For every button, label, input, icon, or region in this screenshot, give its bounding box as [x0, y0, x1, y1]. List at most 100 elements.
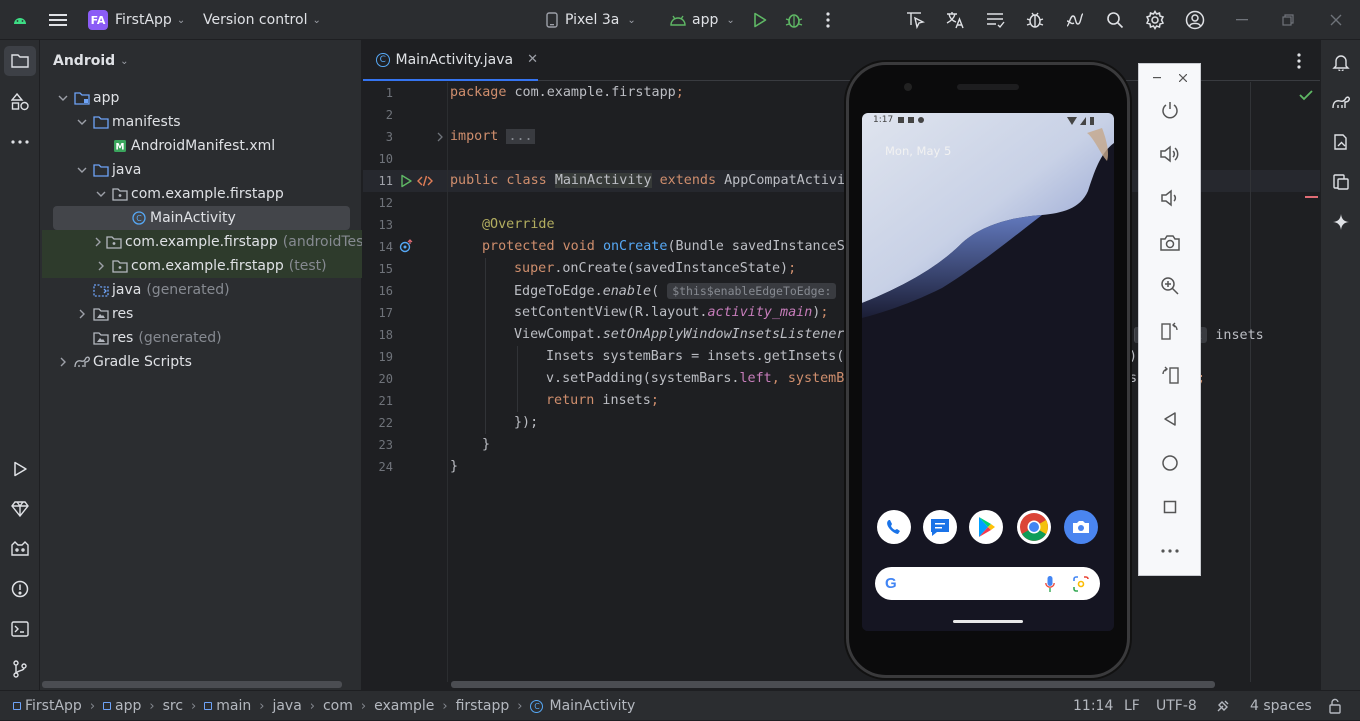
- expand-arrow-icon[interactable]: [75, 115, 89, 129]
- more-tool-windows-icon[interactable]: [8, 130, 32, 154]
- editor-horizontal-scrollbar[interactable]: [451, 681, 1215, 688]
- layout-inspector-icon[interactable]: [904, 9, 926, 31]
- tree-item[interactable]: res (generated): [42, 326, 362, 350]
- gem-icon[interactable]: [8, 497, 32, 521]
- more-actions-icon[interactable]: [818, 10, 838, 30]
- app-quality-insights-icon[interactable]: [8, 537, 32, 561]
- extended-controls-icon[interactable]: [1157, 538, 1183, 564]
- tree-item[interactable]: manifests: [42, 110, 362, 134]
- main-menu-icon[interactable]: [48, 10, 68, 30]
- close-window-icon[interactable]: [1326, 10, 1346, 30]
- tree-item[interactable]: Gradle Scripts: [42, 350, 362, 374]
- run-tool-icon[interactable]: [8, 457, 32, 481]
- indent-setting[interactable]: 4 spaces: [1250, 691, 1312, 721]
- breadcrumb-item[interactable]: com: [323, 698, 353, 714]
- line-separator[interactable]: LF: [1124, 691, 1140, 721]
- debug-icon[interactable]: [784, 10, 804, 30]
- run-gutter-icon[interactable]: [398, 173, 414, 189]
- tree-item[interactable]: com.example.firstapp: [42, 182, 362, 206]
- code-line-19-tail[interactable]: ): [1129, 346, 1137, 368]
- zoom-in-icon[interactable]: [1157, 273, 1183, 299]
- collapse-arrow-icon[interactable]: [56, 355, 70, 369]
- code-line-17[interactable]: setContentView(R.layout.activity_main);: [514, 302, 828, 324]
- collapse-arrow-icon[interactable]: [94, 259, 108, 273]
- close-tab-icon[interactable]: ✕: [527, 52, 538, 67]
- lens-icon[interactable]: [1073, 576, 1089, 592]
- power-button-icon[interactable]: [1157, 97, 1183, 123]
- breadcrumb-item[interactable]: firstapp: [456, 698, 510, 714]
- gradle-icon[interactable]: [1329, 90, 1353, 114]
- code-line-14[interactable]: protected void onCreate(Bundle savedInst…: [482, 236, 853, 258]
- code-line-11[interactable]: public class MainActivity extends AppCom…: [450, 170, 853, 192]
- overview-button-icon[interactable]: [1157, 494, 1183, 520]
- code-line-20[interactable]: v.setPadding(systemBars.left, systemBa: [546, 368, 852, 390]
- breadcrumb-item[interactable]: src: [163, 698, 183, 714]
- project-widget[interactable]: FA FirstApp ⌄: [88, 0, 185, 40]
- gemini-sparkle-icon[interactable]: [1329, 210, 1353, 234]
- search-icon[interactable]: [1104, 9, 1126, 31]
- chrome-icon[interactable]: [1017, 510, 1051, 544]
- emulator-screen[interactable]: 1:17 Mon, May 5 G: [862, 113, 1114, 631]
- tab-main-activity[interactable]: C MainActivity.java ✕: [363, 40, 538, 81]
- volume-down-icon[interactable]: [1157, 185, 1183, 211]
- breadcrumb-item[interactable]: C MainActivity: [530, 698, 635, 714]
- microphone-icon[interactable]: [1045, 576, 1055, 592]
- terminal-icon[interactable]: [8, 617, 32, 641]
- tree-item[interactable]: M AndroidManifest.xml: [42, 134, 362, 158]
- problems-icon[interactable]: [8, 577, 32, 601]
- readonly-lock-icon[interactable]: [1326, 697, 1344, 715]
- screenshot-camera-icon[interactable]: [1157, 230, 1183, 256]
- expand-arrow-icon[interactable]: [56, 91, 70, 105]
- maximize-window-icon[interactable]: [1278, 10, 1298, 30]
- code-line-24[interactable]: }: [450, 456, 458, 478]
- tree-item[interactable]: com.example.firstapp(androidTest): [42, 230, 362, 254]
- rotate-left-icon[interactable]: [1157, 318, 1183, 344]
- code-line-23[interactable]: }: [482, 434, 490, 456]
- google-search-bar[interactable]: G: [875, 567, 1100, 600]
- notifications-bell-icon[interactable]: [1329, 50, 1353, 74]
- expand-arrow-icon[interactable]: [94, 187, 108, 201]
- code-line-3[interactable]: import ...: [450, 126, 535, 148]
- folded-imports[interactable]: ...: [506, 129, 535, 144]
- tree-item[interactable]: java: [42, 158, 362, 182]
- close-emulator-icon[interactable]: [1175, 70, 1191, 86]
- code-line-18[interactable]: ViewCompat.setOnApplyWindowInsetsListene…: [514, 324, 853, 346]
- code-line-16[interactable]: EdgeToEdge.enable( $this$enableEdgeToEdg…: [514, 280, 869, 302]
- file-encoding[interactable]: UTF-8: [1156, 691, 1197, 721]
- bug-report-icon[interactable]: [1024, 9, 1046, 31]
- breadcrumb-item[interactable]: FirstApp: [13, 698, 82, 714]
- messages-app-icon[interactable]: [923, 510, 957, 544]
- play-store-icon[interactable]: [969, 510, 1003, 544]
- breadcrumb-item[interactable]: example: [374, 698, 434, 714]
- resource-manager-icon[interactable]: [8, 90, 32, 114]
- minimize-emulator-icon[interactable]: [1149, 70, 1165, 86]
- project-view-selector[interactable]: Android ⌄: [53, 50, 129, 72]
- version-control-icon[interactable]: [8, 657, 32, 681]
- breadcrumb-item[interactable]: java: [272, 698, 301, 714]
- device-selector[interactable]: Pixel 3a ⌄: [546, 0, 636, 40]
- fold-arrow-icon[interactable]: [434, 131, 446, 143]
- home-button-icon[interactable]: [1157, 450, 1183, 476]
- tree-item[interactable]: app: [42, 86, 362, 110]
- back-button-icon[interactable]: [1157, 406, 1183, 432]
- settings-gear-icon[interactable]: [1144, 9, 1166, 31]
- collapse-arrow-icon[interactable]: [75, 307, 89, 321]
- rotate-right-icon[interactable]: [1157, 362, 1183, 388]
- translations-icon[interactable]: [944, 9, 966, 31]
- minimize-window-icon[interactable]: [1232, 10, 1252, 30]
- code-tag-icon[interactable]: [416, 173, 434, 189]
- horizontal-scrollbar[interactable]: [42, 681, 342, 688]
- device-manager-icon[interactable]: [1329, 130, 1353, 154]
- editor-tab-menu-icon[interactable]: [1289, 51, 1309, 71]
- override-gutter-icon[interactable]: [398, 238, 414, 254]
- profiler-icon[interactable]: [1064, 9, 1086, 31]
- code-line-15[interactable]: super.onCreate(savedInstanceState);: [514, 258, 796, 280]
- breadcrumb-item[interactable]: main: [204, 698, 251, 714]
- device-explorer-icon[interactable]: [1329, 170, 1353, 194]
- collapse-arrow-icon[interactable]: [94, 235, 102, 249]
- tree-item[interactable]: C MainActivity: [53, 206, 350, 230]
- run-icon[interactable]: [750, 10, 770, 30]
- caret-position[interactable]: 11:14: [1073, 691, 1113, 721]
- code-line-19[interactable]: Insets systemBars = insets.getInsets(W: [546, 346, 852, 368]
- breadcrumb-item[interactable]: app: [103, 698, 141, 714]
